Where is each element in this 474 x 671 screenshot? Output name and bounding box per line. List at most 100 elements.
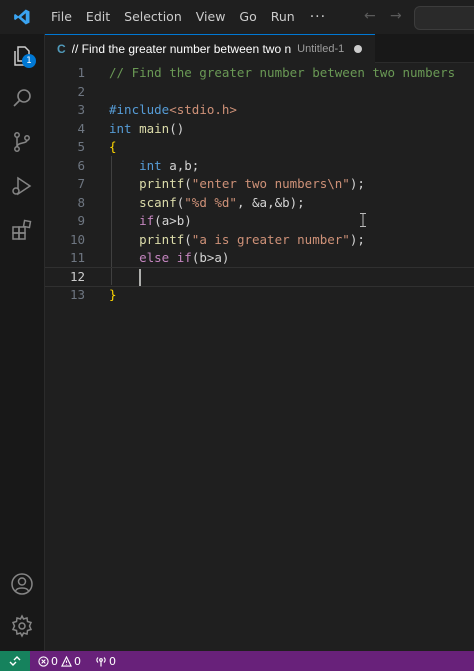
code-token-text: ); [349,176,365,191]
code-text: scanf("%d %d", &a,&b); [109,194,305,213]
line-number: 11 [69,250,85,265]
code-token-text: (b>a) [191,250,230,265]
vscode-logo-icon [0,0,44,34]
menu-view[interactable]: View [189,0,233,34]
code-token-text: a,b; [161,157,200,173]
code-text: int main() [109,120,184,139]
ports-indicator[interactable]: 0 [95,655,116,668]
code-text: else if(b>a) [109,249,229,268]
code-line[interactable]: 12 [45,266,474,287]
source-control-icon[interactable] [10,130,34,154]
menu-go[interactable]: Go [232,0,263,34]
code-text: printf("enter two numbers\n"); [109,175,365,194]
code-token-comment: // Find the greater number between two n… [109,65,456,80]
gear-icon[interactable] [10,614,34,638]
code-line[interactable]: 10 printf("a is greater number"); [45,231,474,250]
code-line[interactable]: 8 scanf("%d %d", &a,&b); [45,194,474,213]
account-icon[interactable] [10,572,34,596]
code-token-text: (a>b) [154,213,192,228]
code-text: #include<stdio.h> [109,101,237,120]
code-line[interactable]: 4 int main() [45,120,474,139]
search-icon[interactable] [10,86,34,110]
code-token-brace: { [109,139,117,154]
code-line[interactable]: 6 int a,b; [45,157,474,176]
error-icon [38,655,49,667]
code-line[interactable]: 9 if(a>b) [45,212,474,231]
line-number: 6 [77,157,85,173]
code-line[interactable]: 11 else if(b>a) [45,249,474,268]
code-token-string: "enter two numbers\n" [191,176,350,191]
menu-more-icon[interactable]: ··· [302,9,336,25]
code-token-brace: } [109,287,117,302]
line-number: 4 [77,120,85,136]
code-token-string: <stdio.h> [169,102,237,117]
back-arrow-icon[interactable]: ← [364,8,376,24]
line-number: 9 [77,213,85,228]
code-line[interactable]: 1 // Find the greater number between two … [45,64,474,83]
code-token-func: printf [139,176,185,191]
line-number: 5 [77,139,85,154]
code-token-text: ); [349,231,365,247]
code-text: int a,b; [109,157,199,176]
menu-run[interactable]: Run [264,0,302,34]
warning-count: 0 [74,654,81,668]
code-text: { [109,138,117,157]
explorer-badge: 1 [22,54,36,68]
line-number: 8 [77,194,85,210]
extensions-icon[interactable] [10,218,34,242]
line-number: 1 [77,65,85,80]
code-token-func: printf [139,231,185,247]
code-line[interactable]: 2 [45,83,474,102]
line-number: 3 [77,102,85,117]
run-debug-icon[interactable] [10,174,34,198]
code-token-control: else [139,250,170,265]
code-text: } [109,286,117,305]
code-token-text: ( [184,231,192,247]
code-line[interactable]: 7 printf("enter two numbers\n"); [45,175,474,194]
code-token-keyword: #include [109,102,170,117]
tab-description: Untitled-1 [297,43,345,55]
code-token-string: "a is greater number" [191,231,350,247]
menu-selection[interactable]: Selection [117,0,189,34]
menu-edit[interactable]: Edit [79,0,117,34]
menu-file[interactable]: File [44,0,79,34]
code-token-keyword: int [139,157,162,173]
unsaved-dot-icon[interactable] [354,45,363,53]
editor-tab-untitled-1[interactable]: C // Find the greater number between two… [45,34,375,63]
forward-arrow-icon[interactable]: → [390,8,402,24]
c-language-icon: C [57,42,66,56]
code-line[interactable]: 13} [45,286,474,305]
line-number: 7 [77,176,85,191]
line-number: 13 [69,287,85,302]
code-token-text: () [169,120,185,136]
activity-bar: 1 [0,34,45,651]
error-count: 0 [51,654,58,668]
tab-title: // Find the greater number between two n [71,42,292,56]
warning-icon [61,655,72,667]
code-token-func: main [139,120,170,136]
problems-indicator[interactable]: 0 0 [38,655,81,668]
code-line[interactable]: 5{ [45,138,474,157]
code-text: // Find the greater number between two n… [109,64,455,83]
remote-indicator-icon[interactable] [0,651,30,671]
line-number: 2 [77,83,85,99]
command-center-search[interactable] [414,6,474,30]
text-cursor [139,268,141,286]
code-token-text: ( [184,176,192,191]
code-token-control: if [139,213,155,228]
code-text: if(a>b) [109,212,192,231]
code-text: printf("a is greater number"); [109,231,365,250]
code-token-string: "%d %d" [184,194,237,210]
code-editor[interactable]: 1 // Find the greater number between two … [45,63,474,651]
code-line[interactable]: 3 #include<stdio.h> [45,101,474,120]
code-token-func: scanf [139,194,177,210]
code-token-control: if [176,250,192,265]
broadcast-icon [96,656,106,666]
